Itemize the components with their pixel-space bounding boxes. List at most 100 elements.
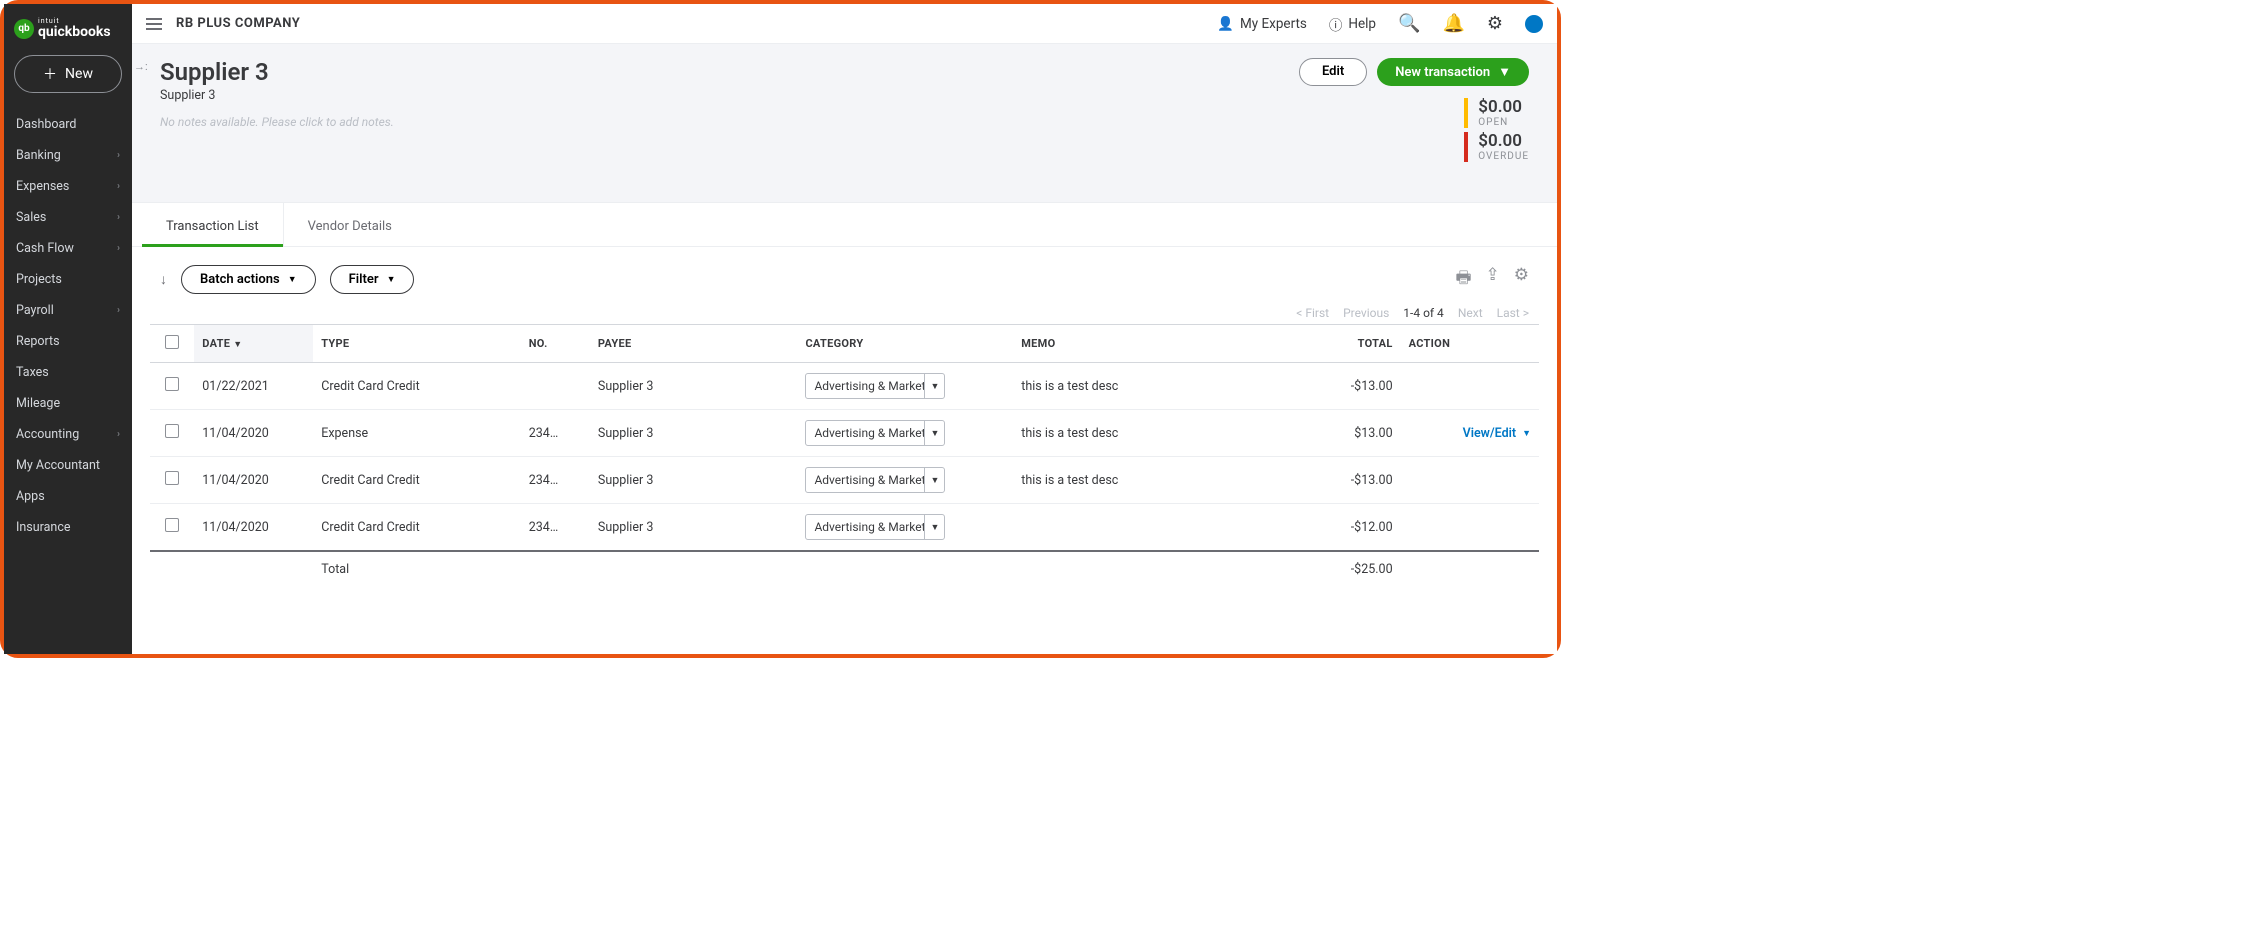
col-no[interactable]: NO. bbox=[521, 325, 590, 363]
sidebar-item-myaccountant[interactable]: My Accountant bbox=[4, 450, 132, 481]
page-last[interactable]: Last > bbox=[1497, 306, 1529, 320]
batch-actions-button[interactable]: Batch actions ▼ bbox=[181, 265, 316, 294]
print-icon[interactable]: 🖶 bbox=[1455, 265, 1471, 294]
sidebar-item-payroll[interactable]: Payroll› bbox=[4, 295, 132, 326]
cell-type: Credit Card Credit bbox=[313, 504, 521, 552]
filter-label: Filter bbox=[349, 272, 379, 287]
row-checkbox[interactable] bbox=[165, 377, 179, 391]
sidebar-item-cashflow[interactable]: Cash Flow › bbox=[4, 233, 132, 264]
filter-button[interactable]: Filter ▼ bbox=[330, 265, 415, 294]
col-date[interactable]: DATE▼ bbox=[194, 325, 313, 363]
logo[interactable]: qb intuit quickbooks bbox=[4, 12, 132, 55]
page-next[interactable]: Next bbox=[1458, 306, 1483, 320]
main: RB PLUS COMPANY 👤 My Experts ⓘ Help 🔍 🔔 … bbox=[132, 4, 1557, 654]
notes-placeholder[interactable]: No notes available. Please click to add … bbox=[160, 115, 394, 129]
chevron-right-icon: › bbox=[117, 181, 120, 192]
avatar[interactable] bbox=[1525, 15, 1543, 33]
chevron-down-icon: ▼ bbox=[924, 421, 944, 445]
category-value: Advertising & Marketing bbox=[806, 374, 924, 398]
row-checkbox[interactable] bbox=[165, 471, 179, 485]
open-balance: $0.00 OPEN bbox=[1464, 98, 1529, 128]
new-button[interactable]: ＋ New bbox=[14, 55, 122, 93]
new-transaction-label: New transaction bbox=[1395, 65, 1490, 80]
col-type[interactable]: TYPE bbox=[313, 325, 521, 363]
category-select[interactable]: Advertising & Marketing ▼ bbox=[805, 467, 945, 493]
col-category[interactable]: CATEGORY bbox=[797, 325, 1013, 363]
table-row[interactable]: 11/04/2020 Expense 234… Supplier 3 Adver… bbox=[150, 410, 1539, 457]
page-first[interactable]: < First bbox=[1296, 306, 1329, 320]
qb-logo-icon: qb bbox=[14, 19, 34, 39]
sidebar-item-projects[interactable]: Projects bbox=[4, 264, 132, 295]
chevron-down-icon: ▼ bbox=[1498, 64, 1511, 80]
category-select[interactable]: Advertising & Marketing ▼ bbox=[805, 420, 945, 446]
cell-payee: Supplier 3 bbox=[590, 363, 798, 410]
cell-payee: Supplier 3 bbox=[590, 410, 798, 457]
export-icon[interactable]: ⇪ bbox=[1486, 265, 1500, 294]
cell-type: Credit Card Credit bbox=[313, 457, 521, 504]
row-checkbox[interactable] bbox=[165, 424, 179, 438]
cell-total: -$12.00 bbox=[1221, 504, 1401, 552]
chevron-right-icon: › bbox=[117, 243, 120, 254]
overdue-indicator-icon bbox=[1464, 132, 1468, 162]
topbar: RB PLUS COMPANY 👤 My Experts ⓘ Help 🔍 🔔 … bbox=[132, 4, 1557, 44]
col-payee[interactable]: PAYEE bbox=[590, 325, 798, 363]
table-row[interactable]: 11/04/2020 Credit Card Credit 234… Suppl… bbox=[150, 504, 1539, 552]
cell-total: -$13.00 bbox=[1221, 457, 1401, 504]
my-experts-label: My Experts bbox=[1240, 16, 1307, 32]
sidebar-item-banking[interactable]: Banking› bbox=[4, 140, 132, 171]
sidebar-item-dashboard[interactable]: Dashboard bbox=[4, 109, 132, 140]
row-action[interactable]: View/Edit▼ bbox=[1409, 426, 1531, 441]
cell-date: 01/22/2021 bbox=[194, 363, 313, 410]
total-label: Total bbox=[313, 551, 521, 587]
my-experts-button[interactable]: 👤 My Experts bbox=[1217, 16, 1307, 32]
chevron-down-icon: ▼ bbox=[924, 374, 944, 398]
transactions-table: DATE▼ TYPE NO. PAYEE CATEGORY MEMO TOTAL… bbox=[150, 324, 1539, 587]
table-row[interactable]: 01/22/2021 Credit Card Credit Supplier 3… bbox=[150, 363, 1539, 410]
sidebar-item-taxes[interactable]: Taxes bbox=[4, 357, 132, 388]
new-transaction-button[interactable]: New transaction ▼ bbox=[1377, 58, 1529, 86]
col-date-label: DATE bbox=[202, 337, 230, 350]
search-icon[interactable]: 🔍 bbox=[1398, 13, 1420, 34]
page-range: 1-4 of 4 bbox=[1403, 306, 1444, 320]
tab-vendor-details[interactable]: Vendor Details bbox=[284, 203, 416, 246]
table-settings-icon[interactable]: ⚙ bbox=[1514, 265, 1529, 294]
tab-transaction-list[interactable]: Transaction List bbox=[142, 203, 284, 246]
sort-icon[interactable]: ↓ bbox=[160, 271, 167, 288]
cell-date: 11/04/2020 bbox=[194, 410, 313, 457]
gear-icon[interactable]: ⚙ bbox=[1487, 13, 1503, 34]
nav-label: Projects bbox=[16, 272, 62, 287]
overdue-balance: $0.00 OVERDUE bbox=[1464, 132, 1529, 162]
edit-button[interactable]: Edit bbox=[1299, 58, 1367, 86]
sidebar-item-expenses[interactable]: Expenses› bbox=[4, 171, 132, 202]
cell-payee: Supplier 3 bbox=[590, 457, 798, 504]
sidebar-item-apps[interactable]: Apps bbox=[4, 481, 132, 512]
chevron-right-icon: › bbox=[117, 429, 120, 440]
help-button[interactable]: ⓘ Help bbox=[1329, 14, 1376, 34]
sidebar-item-reports[interactable]: Reports bbox=[4, 326, 132, 357]
page-prev[interactable]: Previous bbox=[1343, 306, 1389, 320]
open-amount: $0.00 bbox=[1478, 98, 1522, 117]
col-memo[interactable]: MEMO bbox=[1013, 325, 1221, 363]
chevron-down-icon: ▼ bbox=[288, 274, 297, 285]
hamburger-icon[interactable] bbox=[146, 18, 162, 30]
select-all-checkbox[interactable] bbox=[165, 335, 179, 349]
cell-memo: this is a test desc bbox=[1013, 410, 1221, 457]
sidebar-item-accounting[interactable]: Accounting› bbox=[4, 419, 132, 450]
sidebar-item-mileage[interactable]: Mileage bbox=[4, 388, 132, 419]
category-select[interactable]: Advertising & Marketing ▼ bbox=[805, 373, 945, 399]
nav-label: Cash Flow bbox=[16, 241, 74, 256]
cell-date: 11/04/2020 bbox=[194, 457, 313, 504]
col-action[interactable]: ACTION bbox=[1401, 325, 1539, 363]
sidebar-item-sales[interactable]: Sales› bbox=[4, 202, 132, 233]
sidebar-item-insurance[interactable]: Insurance bbox=[4, 512, 132, 543]
pagination: < First Previous 1-4 of 4 Next Last > bbox=[132, 302, 1557, 324]
col-total[interactable]: TOTAL bbox=[1221, 325, 1401, 363]
toolbar: ↓ Batch actions ▼ Filter ▼ 🖶 ⇪ ⚙ bbox=[132, 247, 1557, 302]
row-checkbox[interactable] bbox=[165, 518, 179, 532]
bell-icon[interactable]: 🔔 bbox=[1442, 13, 1464, 34]
category-select[interactable]: Advertising & Marketing ▼ bbox=[805, 514, 945, 540]
table-row[interactable]: 11/04/2020 Credit Card Credit 234… Suppl… bbox=[150, 457, 1539, 504]
sort-desc-icon: ▼ bbox=[233, 340, 242, 350]
cell-no: 234… bbox=[521, 410, 590, 457]
collapse-sidebar-icon[interactable]: →: bbox=[132, 58, 150, 75]
